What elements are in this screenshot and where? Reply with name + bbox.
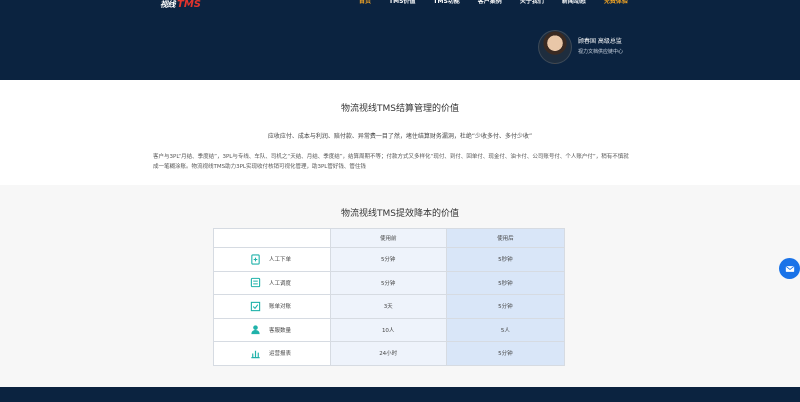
nav-item-news[interactable]: 新闻动态 <box>553 0 595 8</box>
row-before: 24小时 <box>329 341 447 366</box>
row-label: 人工下单 <box>269 257 292 264</box>
logo[interactable]: 视线 TMS <box>160 0 220 12</box>
settlement-value-section: 物流视线TMS结算管理的价值 应收应付、成本与利润、赔付款、异常费一目了然，堵住… <box>0 80 800 185</box>
service-icon <box>250 324 261 335</box>
nav-item-features[interactable]: TMS功能 <box>424 0 468 8</box>
order-icon <box>250 254 261 265</box>
efficiency-value-section: 物流视线TMS提效降本的价值 使用前 使用后 人工下单 5分钟 5秒钟 人工调度… <box>0 185 800 387</box>
testimonial-profile: 顾春国 高级总监 视力文档供应链中心 <box>538 30 623 64</box>
table-row: 人工下单 5分钟 5秒钟 <box>213 247 566 272</box>
table-row: 运营报表 24小时 5分钟 <box>213 341 566 366</box>
report-icon <box>250 348 261 359</box>
section-lead: 应收应付、成本与利润、赔付款、异常费一目了然，堵住结算财务漏洞，杜绝“少收多付、… <box>267 133 533 140</box>
nav-item-trial[interactable]: 免费体验 <box>595 0 637 8</box>
table-row: 人工调度 5分钟 5秒钟 <box>213 270 566 295</box>
section-title: 物流视线TMS结算管理的价值 <box>341 104 459 114</box>
row-label: 运营报表 <box>269 351 292 358</box>
profile-name: 顾春国 高级总监 <box>578 38 622 45</box>
nav-item-cases[interactable]: 客户案例 <box>469 0 511 8</box>
logo-tms: TMS <box>177 0 201 10</box>
row-label: 客服数量 <box>269 327 292 334</box>
main-nav: 首页 TMS价值 TMS功能 客户案例 关于我们 新闻动态 免费体验 <box>350 0 637 8</box>
row-before: 3天 <box>329 294 447 319</box>
table-row: 账单对账 3天 5分钟 <box>213 294 566 319</box>
header-after: 使用后 <box>445 228 566 248</box>
site-footer <box>0 387 800 402</box>
header-before: 使用前 <box>329 228 447 248</box>
row-before: 10人 <box>329 317 447 342</box>
profile-title: 视力文档供应链中心 <box>578 49 624 55</box>
contact-button[interactable] <box>779 258 800 279</box>
row-label: 账单对账 <box>269 304 292 311</box>
table-row: 客服数量 10人 5人 <box>213 317 566 342</box>
row-after: 5分钟 <box>445 341 566 366</box>
row-after: 5秒钟 <box>445 247 566 272</box>
mail-icon <box>785 265 794 272</box>
row-before: 5分钟 <box>329 247 447 272</box>
dispatch-icon <box>250 277 261 288</box>
nav-item-home[interactable]: 首页 <box>350 0 380 8</box>
site-header: 视线 TMS 首页 TMS价值 TMS功能 客户案例 关于我们 新闻动态 免费体… <box>0 0 800 80</box>
table-header-row: 使用前 使用后 <box>213 228 566 248</box>
section-body: 客户与3PL“月结、季度结”，3PL与专线、车队、司机之“天结、月结、季度结”，… <box>153 154 629 170</box>
nav-item-about[interactable]: 关于我们 <box>511 0 553 8</box>
nav-item-value[interactable]: TMS价值 <box>380 0 424 8</box>
row-after: 5分钟 <box>445 294 566 319</box>
row-label: 人工调度 <box>269 280 292 287</box>
logo-mark: 视线 <box>160 0 176 9</box>
row-after: 5人 <box>445 317 566 342</box>
row-before: 5分钟 <box>329 270 447 295</box>
comparison-table: 使用前 使用后 人工下单 5分钟 5秒钟 人工调度 5分钟 5秒钟 账单对账 3… <box>213 228 566 366</box>
avatar <box>538 30 572 64</box>
section-title: 物流视线TMS提效降本的价值 <box>341 209 459 219</box>
reconcile-icon <box>250 301 261 312</box>
header-blank <box>213 228 331 248</box>
row-after: 5秒钟 <box>445 270 566 295</box>
